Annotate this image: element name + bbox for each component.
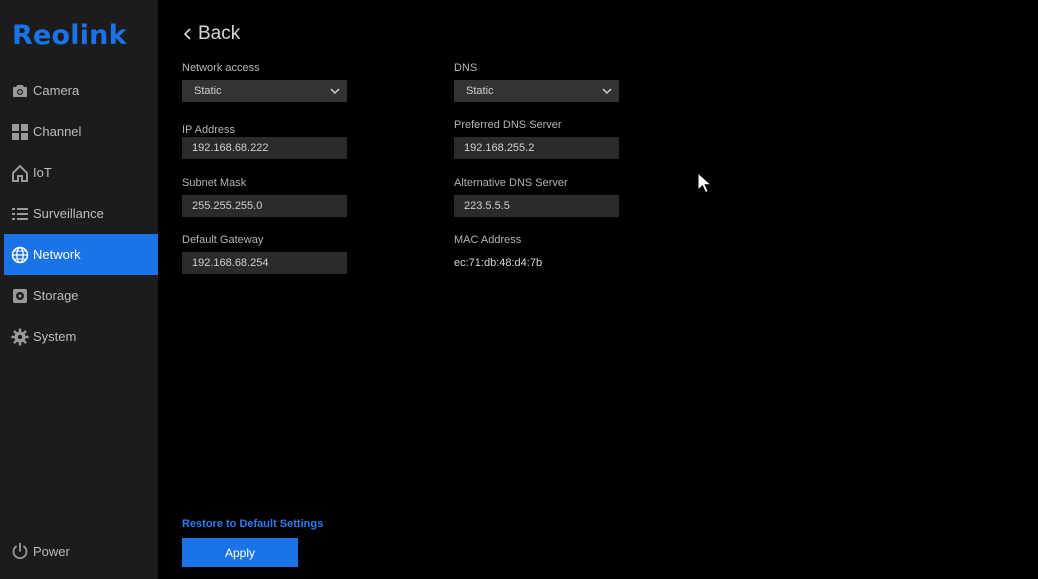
power-button[interactable]: Power [4, 531, 158, 571]
dns-label: DNS [454, 62, 478, 74]
gear-icon [10, 327, 30, 347]
dns-select[interactable]: Static [454, 80, 619, 102]
chevron-down-icon [601, 85, 613, 97]
subnet-mask-input[interactable]: 255.255.255.0 [182, 195, 347, 217]
mouse-cursor-icon [697, 172, 711, 194]
grid-icon [10, 122, 30, 142]
mac-address-value: ec:71:db:48:d4:7b [454, 257, 543, 269]
network-access-select[interactable]: Static [182, 80, 347, 102]
sidebar-item-channel[interactable]: Channel [4, 111, 158, 152]
sidebar-item-label: Channel [33, 124, 82, 139]
ip-address-label: IP Address [182, 124, 235, 136]
sidebar-item-iot[interactable]: IoT [4, 152, 158, 193]
app-window: Reolink Camera Channel IoT Surveillance [0, 0, 1038, 579]
storage-icon [10, 286, 30, 306]
sidebar-item-label: IoT [33, 165, 52, 180]
power-icon [10, 541, 30, 561]
sidebar-item-label: Surveillance [33, 206, 104, 221]
alternative-dns-input[interactable]: 223.5.5.5 [454, 195, 619, 217]
globe-icon [10, 245, 30, 265]
sidebar-item-label: Storage [33, 288, 79, 303]
restore-defaults-link[interactable]: Restore to Default Settings [182, 518, 323, 530]
default-gateway-input[interactable]: 192.168.68.254 [182, 252, 347, 274]
mac-address-label: MAC Address [454, 234, 522, 246]
chevron-left-icon [182, 27, 194, 41]
chevron-down-icon [329, 85, 341, 97]
sidebar-item-label: Camera [33, 83, 80, 98]
reolink-logo: Reolink [12, 20, 127, 51]
camera-icon [10, 81, 30, 101]
network-access-label: Network access [182, 62, 260, 74]
sidebar: Reolink Camera Channel IoT Surveillance [0, 0, 158, 579]
sidebar-item-label: System [33, 329, 77, 344]
back-label: Back [198, 23, 241, 44]
home-icon [10, 163, 30, 183]
sidebar-item-label: Network [33, 247, 81, 262]
sidebar-item-network[interactable]: Network [4, 234, 158, 275]
network-access-value: Static [194, 85, 222, 97]
dns-value: Static [466, 85, 494, 97]
subnet-mask-label: Subnet Mask [182, 177, 247, 189]
sidebar-item-system[interactable]: System [4, 316, 158, 357]
sidebar-item-storage[interactable]: Storage [4, 275, 158, 316]
preferred-dns-label: Preferred DNS Server [454, 119, 562, 131]
power-label: Power [33, 543, 70, 559]
ip-address-input[interactable]: 192.168.68.222 [182, 137, 347, 159]
sidebar-item-surveillance[interactable]: Surveillance [4, 193, 158, 234]
default-gateway-label: Default Gateway [182, 234, 264, 246]
preferred-dns-input[interactable]: 192.168.255.2 [454, 137, 619, 159]
back-button[interactable]: Back [182, 22, 240, 46]
apply-button[interactable]: Apply [182, 538, 298, 567]
list-icon [10, 204, 30, 224]
alternative-dns-label: Alternative DNS Server [454, 177, 568, 189]
sidebar-item-camera[interactable]: Camera [4, 70, 158, 111]
